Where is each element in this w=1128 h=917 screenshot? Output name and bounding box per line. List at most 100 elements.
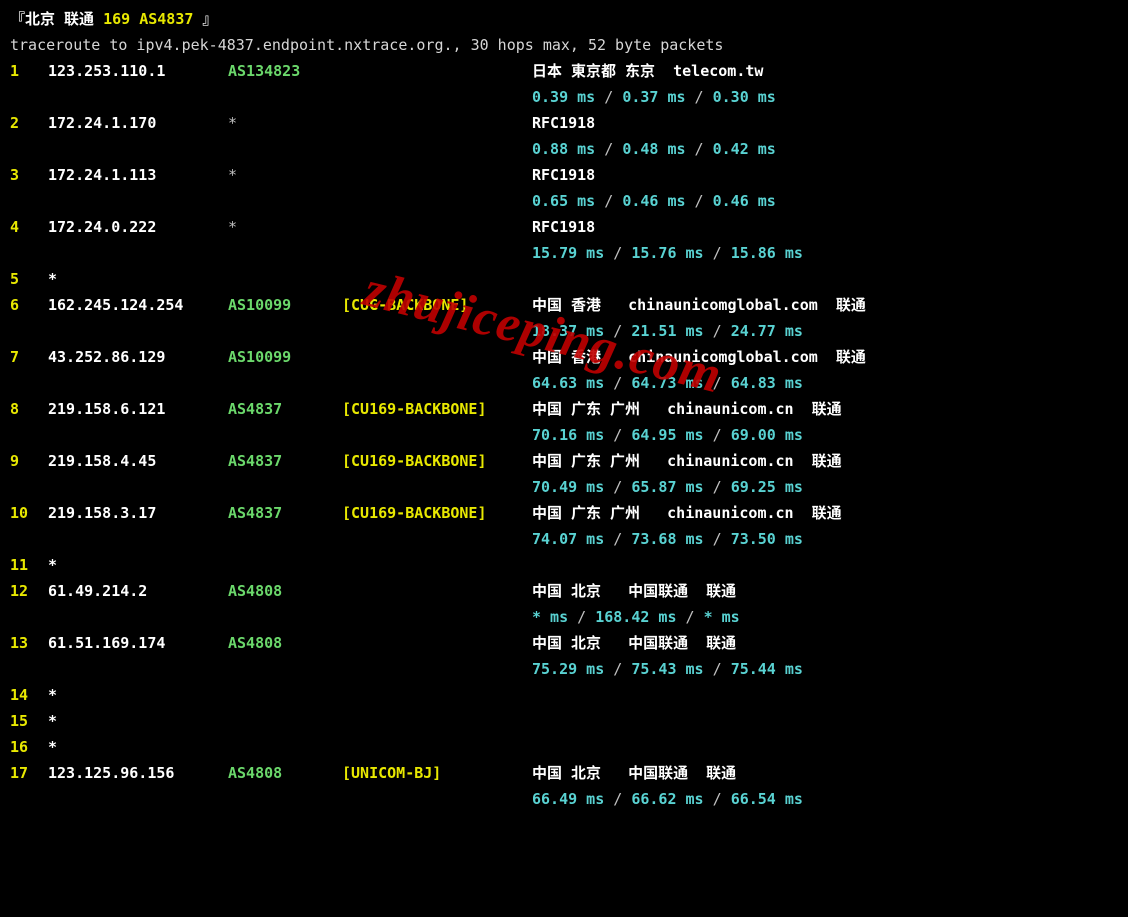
hop-number: 7	[10, 344, 48, 370]
hop-asn: AS4837	[228, 500, 342, 526]
hop-backbone-tag: [CU169-BACKBONE]	[342, 448, 532, 474]
hop-ip: 123.125.96.156	[48, 760, 228, 786]
hop-rtt-row: 0.39 ms / 0.37 ms / 0.30 ms	[10, 84, 1118, 110]
hop-number: 2	[10, 110, 48, 136]
hop-location: 中国 北京 中国联通 联通	[532, 582, 736, 600]
hop-rtt-row: 70.16 ms / 64.95 ms / 69.00 ms	[10, 422, 1118, 448]
hop-number: 6	[10, 292, 48, 318]
hop-number: 1	[10, 58, 48, 84]
hop-number: 13	[10, 630, 48, 656]
hop-rtt: 24.77 ms	[731, 322, 803, 340]
hop-backbone-tag: [CU169-BACKBONE]	[342, 396, 532, 422]
hop-rtt: 168.42 ms	[595, 608, 676, 626]
hop-number: 15	[10, 708, 48, 734]
rtt-separator: /	[704, 374, 731, 392]
hop-rtt: * ms	[704, 608, 740, 626]
hop-asn: AS4808	[228, 578, 342, 604]
hop-ip: 219.158.3.17	[48, 500, 228, 526]
rtt-separator: /	[704, 790, 731, 808]
hop-rtt: 18.37 ms	[532, 322, 604, 340]
hop-rtt: 75.43 ms	[631, 660, 703, 678]
rtt-separator: /	[604, 374, 631, 392]
hop-rtt-row: 0.88 ms / 0.48 ms / 0.42 ms	[10, 136, 1118, 162]
rtt-separator: /	[604, 790, 631, 808]
hop-rtt-row: 0.65 ms / 0.46 ms / 0.46 ms	[10, 188, 1118, 214]
hop-row: 8219.158.6.121AS4837[CU169-BACKBONE]中国 广…	[10, 396, 1118, 422]
hop-backbone-tag: [CUG-BACKBONE]	[342, 292, 532, 318]
hop-asn: AS134823	[228, 58, 342, 84]
rtt-separator: /	[604, 530, 631, 548]
hop-number: 3	[10, 162, 48, 188]
hop-asn: *	[228, 110, 342, 136]
hop-rtt-row: 75.29 ms / 75.43 ms / 75.44 ms	[10, 656, 1118, 682]
hop-location: 中国 香港 chinaunicomglobal.com 联通	[532, 348, 866, 366]
hop-row: 15*	[10, 708, 1118, 734]
hop-rtt: * ms	[532, 608, 568, 626]
hop-row: 10219.158.3.17AS4837[CU169-BACKBONE]中国 广…	[10, 500, 1118, 526]
hop-rtt: 70.49 ms	[532, 478, 604, 496]
hop-asn: AS10099	[228, 344, 342, 370]
hop-location: RFC1918	[532, 114, 595, 132]
hop-rtt: 64.73 ms	[631, 374, 703, 392]
hop-ip: 61.49.214.2	[48, 578, 228, 604]
hop-asn: AS10099	[228, 292, 342, 318]
rtt-separator: /	[704, 660, 731, 678]
hop-rtt-row: 70.49 ms / 65.87 ms / 69.25 ms	[10, 474, 1118, 500]
hop-rtt-row: 64.63 ms / 64.73 ms / 64.83 ms	[10, 370, 1118, 396]
rtt-separator: /	[704, 322, 731, 340]
hop-ip: 219.158.4.45	[48, 448, 228, 474]
hop-number: 8	[10, 396, 48, 422]
hop-ip: 61.51.169.174	[48, 630, 228, 656]
hop-rtt: 69.00 ms	[731, 426, 803, 444]
hop-row: 2172.24.1.170* RFC1918	[10, 110, 1118, 136]
hop-row: 1261.49.214.2AS4808中国 北京 中国联通 联通	[10, 578, 1118, 604]
hop-rtt: 0.42 ms	[713, 140, 776, 158]
rtt-separator: /	[604, 660, 631, 678]
hop-ip: *	[48, 708, 228, 734]
rtt-separator: /	[686, 140, 713, 158]
hop-rtt: 69.25 ms	[731, 478, 803, 496]
hop-rtt: 64.63 ms	[532, 374, 604, 392]
hop-rtt: 75.44 ms	[731, 660, 803, 678]
hop-row: 1123.253.110.1AS134823日本 東京都 东京 telecom.…	[10, 58, 1118, 84]
hop-number: 17	[10, 760, 48, 786]
hop-asn: *	[228, 162, 342, 188]
hop-number: 10	[10, 500, 48, 526]
hop-row: 11*	[10, 552, 1118, 578]
hop-rtt: 15.79 ms	[532, 244, 604, 262]
rtt-separator: /	[568, 608, 595, 626]
hop-location: 中国 香港 chinaunicomglobal.com 联通	[532, 296, 866, 314]
hop-rtt: 64.83 ms	[731, 374, 803, 392]
rtt-separator: /	[704, 244, 731, 262]
hop-ip: 172.24.1.113	[48, 162, 228, 188]
hop-ip: 162.245.124.254	[48, 292, 228, 318]
hop-number: 16	[10, 734, 48, 760]
rtt-separator: /	[704, 426, 731, 444]
rtt-separator: /	[686, 192, 713, 210]
hop-rtt: 0.30 ms	[713, 88, 776, 106]
hop-rtt: 0.46 ms	[713, 192, 776, 210]
rtt-separator: /	[604, 478, 631, 496]
hop-location: 中国 广东 广州 chinaunicom.cn 联通	[532, 504, 842, 522]
rtt-separator: /	[595, 192, 622, 210]
hop-rtt-row: * ms / 168.42 ms / * ms	[10, 604, 1118, 630]
hop-ip: *	[48, 266, 228, 292]
hop-ip: 172.24.1.170	[48, 110, 228, 136]
hop-location: RFC1918	[532, 166, 595, 184]
hop-rtt-row: 66.49 ms / 66.62 ms / 66.54 ms	[10, 786, 1118, 812]
hop-asn: AS4837	[228, 396, 342, 422]
hop-location: RFC1918	[532, 218, 595, 236]
hop-asn: AS4808	[228, 760, 342, 786]
hop-rtt: 0.46 ms	[622, 192, 685, 210]
hop-rtt: 74.07 ms	[532, 530, 604, 548]
hop-rtt: 15.86 ms	[731, 244, 803, 262]
hop-rtt-row: 74.07 ms / 73.68 ms / 73.50 ms	[10, 526, 1118, 552]
traceroute-cmd: traceroute to ipv4.pek-4837.endpoint.nxt…	[10, 32, 1118, 58]
hop-ip: 219.158.6.121	[48, 396, 228, 422]
hop-location: 中国 北京 中国联通 联通	[532, 634, 736, 652]
hop-row: 17123.125.96.156AS4808[UNICOM-BJ]中国 北京 中…	[10, 760, 1118, 786]
hop-row: 3172.24.1.113* RFC1918	[10, 162, 1118, 188]
hop-number: 11	[10, 552, 48, 578]
hop-rtt: 73.68 ms	[631, 530, 703, 548]
hop-rtt: 0.37 ms	[622, 88, 685, 106]
